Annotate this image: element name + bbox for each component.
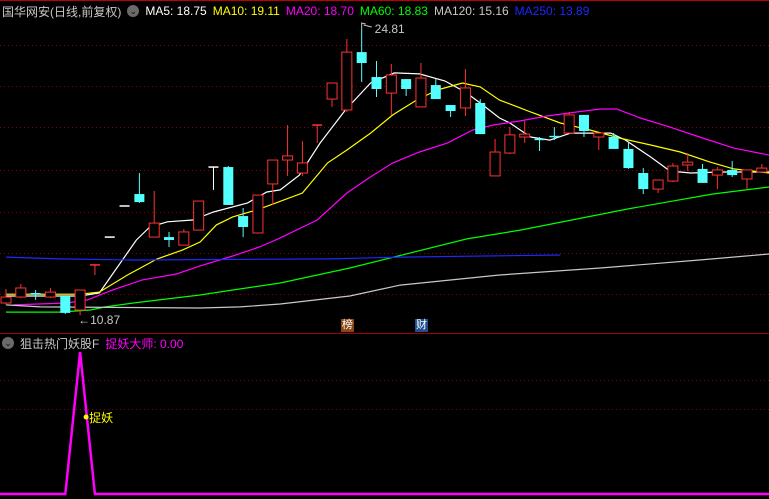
candle [549,127,560,141]
candle-body [504,134,516,154]
candle-body [223,167,234,205]
indicator-line [0,351,769,496]
candle-body [519,133,531,138]
candle-body [563,114,575,134]
candle [148,190,160,238]
candle [178,229,190,246]
candle [282,125,294,176]
candle [504,127,516,155]
candle [326,82,338,107]
candle-body [741,169,753,180]
high-price-label: 24.81 [375,22,405,36]
indicator-header: ⌄ 狙击热门妖股F 捉妖大师: 0.00 [2,335,189,351]
candle [385,64,397,115]
candle-body [459,87,471,109]
ma-line-ma250 [5,254,561,261]
candle [623,142,634,169]
candle [0,289,12,305]
rank-tag[interactable]: 榜 [340,319,354,332]
candle [430,79,441,100]
candle [356,28,367,82]
candle-body [326,82,338,100]
candle [445,105,456,117]
candle-body [164,237,175,240]
signal-label: 捉妖 [89,410,113,425]
candle [534,136,545,151]
candle [475,99,486,135]
candle [134,173,145,203]
candle-body [578,114,589,131]
candle [489,139,501,177]
indicator-name: 狙击热门妖股F [20,336,100,351]
candle [44,287,56,299]
candle-body [356,52,367,64]
candle [697,163,708,183]
candle-body [238,216,249,227]
candle [15,284,27,299]
candle [563,112,575,134]
candle-body [296,162,308,174]
candle-body [252,194,264,234]
candle [415,63,427,108]
finance-tag[interactable]: 财 [414,319,428,332]
candle [341,38,353,113]
low-price-label: ←10.87 [78,313,120,327]
candle-body [60,296,71,313]
candle [252,194,264,234]
candle-body [341,51,353,111]
candle [60,296,71,314]
candle-body [74,289,86,311]
candle-body [711,169,723,176]
candle-body [385,74,397,94]
candle [519,120,531,143]
candle-body [178,231,190,246]
candle [756,163,768,173]
candle-body [489,151,501,177]
candle-body [623,148,634,169]
indicator-value: 捉妖大师: 0.00 [105,336,184,351]
candle-body [445,105,456,112]
candle-body [667,165,679,182]
candle-body [401,79,412,89]
candle-body [727,169,738,176]
chevron-down-icon[interactable]: ⌄ [2,337,14,349]
candle-body [0,296,12,304]
candle-body [593,132,605,138]
candle [638,168,649,195]
candle [296,141,308,176]
candle-body [697,168,708,183]
price-chart[interactable]: 24.81 ←10.87 捉妖 [0,0,769,499]
candle [223,166,234,205]
candle [711,167,723,190]
candle [267,159,279,205]
candle [193,200,205,231]
candle-body [608,136,619,149]
candle [741,169,753,190]
candle-body [415,77,427,108]
candle-body [134,194,145,203]
candle [371,60,382,98]
candle [401,79,412,96]
candle-body [148,222,160,238]
candle [459,68,471,116]
candle-body [267,159,279,185]
candle [89,264,100,275]
signal-dot-icon [83,414,89,420]
candle [164,231,175,247]
candle-body [652,179,664,190]
candle-body [371,77,382,89]
candle-body [682,161,694,166]
candle-body [756,167,768,173]
candle-body [638,173,649,190]
candle [593,132,605,150]
candle [667,162,679,183]
candle [652,179,664,194]
candle-body [44,291,56,298]
candle-body [15,287,27,298]
high-marker-icon [361,22,372,28]
candle-body [282,155,294,161]
candle-body [475,102,486,135]
candle-body [193,200,205,231]
candle-body [430,85,441,100]
